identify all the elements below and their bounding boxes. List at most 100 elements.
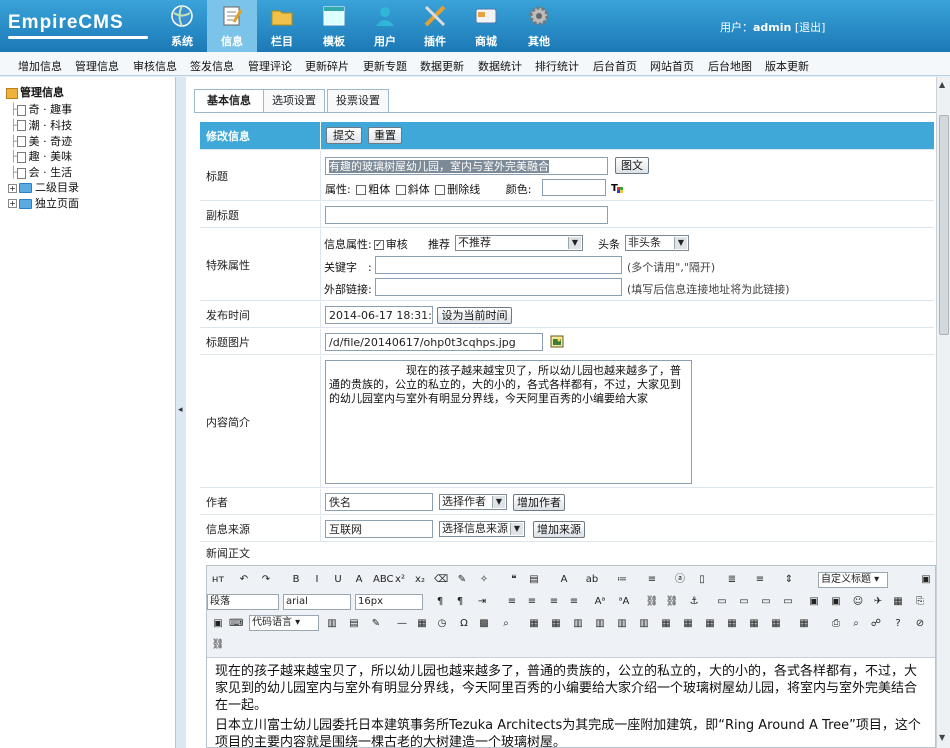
page-icon[interactable]: ▯ <box>695 573 709 587</box>
font-border-icon[interactable]: A <box>352 573 366 587</box>
insert-row-icon[interactable]: ▥ <box>571 617 585 631</box>
capitalize-icon[interactable]: ⓐ <box>673 573 687 587</box>
menu-item-11[interactable]: 网站首页 <box>650 58 694 74</box>
color-input[interactable] <box>542 179 606 196</box>
template-icon[interactable]: ▥ <box>325 617 339 631</box>
background-icon[interactable]: ▤ <box>347 617 361 631</box>
tab-vote-settings[interactable]: 投票设置 <box>327 89 389 113</box>
scroll-down-icon[interactable]: ▼ <box>939 733 945 742</box>
add-source-button[interactable]: 增加来源 <box>533 521 585 538</box>
paragraph-select[interactable]: 段落 <box>207 594 279 610</box>
editor-content[interactable]: 现在的孩子越来越宝贝了，所以幼儿园也越来越多了，普通的贵族的，公立的私立的，大的… <box>207 659 935 747</box>
time-icon[interactable]: ◷ <box>435 617 449 631</box>
superscript-icon[interactable]: x² <box>393 573 407 587</box>
image-icon[interactable]: ▣ <box>807 595 821 609</box>
menu-item-8[interactable]: 数据统计 <box>478 58 522 74</box>
topnav-3[interactable]: 模板 <box>309 0 359 52</box>
vertical-scrollbar[interactable]: ▲ ▼ <box>936 77 950 748</box>
split-cols-icon[interactable]: ▦ <box>769 617 783 631</box>
topnav-5[interactable]: 插件 <box>410 0 460 52</box>
unlink-icon[interactable]: ⛓ <box>665 595 679 609</box>
html-icon[interactable]: ʜᴛ <box>211 573 225 587</box>
multi-image-icon[interactable]: ▣ <box>829 595 843 609</box>
italic-checkbox[interactable] <box>395 185 406 195</box>
image-browse-icon[interactable] <box>550 335 564 348</box>
review-checkbox[interactable]: ✓ <box>373 240 384 250</box>
zoom-icon[interactable]: ⌕ <box>849 617 863 631</box>
merge-right-icon[interactable]: ▦ <box>681 617 695 631</box>
insert-image-icon[interactable]: ▣ <box>211 617 225 631</box>
reset-button[interactable]: 重置 <box>368 127 402 144</box>
menu-item-5[interactable]: 更新碎片 <box>305 58 349 74</box>
add-author-button[interactable]: 增加作者 <box>513 494 565 511</box>
code-language-select[interactable]: 代码语言 ▾ <box>249 615 319 631</box>
code-icon[interactable]: ⌨ <box>229 617 243 631</box>
ordered-list-icon[interactable]: ≔ <box>615 573 629 587</box>
keyword-input[interactable] <box>375 256 622 274</box>
help-icon[interactable]: ? <box>891 617 905 631</box>
topnav-6[interactable]: 商城 <box>461 0 511 52</box>
expand-icon[interactable]: + <box>8 199 17 208</box>
tab-basic-info[interactable]: 基本信息 <box>194 89 264 113</box>
scroll-up-icon[interactable]: ▲ <box>939 80 945 89</box>
menu-item-12[interactable]: 后台地图 <box>708 58 752 74</box>
submit-button[interactable]: 提交 <box>326 127 362 144</box>
delete-col-icon[interactable]: ▥ <box>637 617 651 631</box>
menu-item-13[interactable]: 版本更新 <box>765 58 809 74</box>
tree-item[interactable]: ├ 奇 · 趣事 <box>10 101 72 117</box>
insert-col-icon[interactable]: ▥ <box>615 617 629 631</box>
align-right-icon[interactable]: ≡ <box>547 595 561 609</box>
font-family-select[interactable]: arial <box>283 594 351 610</box>
panel-splitter[interactable]: ◂ <box>176 77 186 748</box>
menu-item-3[interactable]: 签发信息 <box>190 58 234 74</box>
rtl-icon[interactable]: ¶ <box>453 595 467 609</box>
map-icon[interactable]: ✈ <box>871 595 885 609</box>
undo-icon[interactable]: ↶ <box>237 573 251 587</box>
bold-checkbox[interactable] <box>356 185 367 195</box>
font-size-select[interactable]: 16px <box>355 594 423 610</box>
anchor-icon[interactable]: ⚓ <box>687 595 701 609</box>
author-select[interactable]: 选择作者 ▼ <box>439 494 507 510</box>
uppercase-icon[interactable]: Aᵃ <box>593 595 607 609</box>
author-input[interactable]: 佚名 <box>325 493 433 511</box>
chain-icon[interactable]: ⛓ <box>211 638 225 652</box>
headline-select[interactable]: 非头条 ▼ <box>625 235 689 251</box>
summary-textarea[interactable]: 现在的孩子越来越宝贝了，所以幼儿园也越来越多了，普通的贵族的，公立的私立的，大的… <box>325 360 692 484</box>
image-none-icon[interactable]: ▭ <box>715 595 729 609</box>
underline-icon[interactable]: U <box>331 573 345 587</box>
wordimage-icon[interactable]: ▩ <box>477 617 491 631</box>
attachment-icon[interactable]: ⎘ <box>913 595 927 609</box>
ltr-icon[interactable]: ¶ <box>433 595 447 609</box>
source-input[interactable]: 互联网 <box>325 520 433 538</box>
custom-heading-select[interactable]: 自定义标题 ▾ <box>818 572 888 588</box>
para-spacing-icon[interactable]: ≡ <box>753 573 767 587</box>
table-props-icon[interactable]: ▦ <box>797 617 811 631</box>
tree-item[interactable]: ├ 美 · 奇迹 <box>10 133 72 149</box>
strikethrough-icon[interactable]: ABC <box>373 573 394 587</box>
emoticon-icon[interactable]: ☺ <box>851 595 865 609</box>
publish-time-input[interactable]: 2014-06-17 18:31:04 <box>325 306 433 324</box>
search-replace-icon[interactable]: ⌕ <box>499 617 513 631</box>
title-picture-input[interactable]: /d/file/20140617/ohp0t3cqhps.jpg <box>325 333 543 351</box>
paste-text-icon[interactable]: ▤ <box>527 573 541 587</box>
recommend-select[interactable]: 不推荐 ▼ <box>455 235 583 251</box>
font-color-icon[interactable]: A <box>557 573 571 587</box>
align-center-icon[interactable]: ≡ <box>525 595 539 609</box>
title-input[interactable]: 有趣的玻璃树屋幼儿园，室内与室外完美融合 <box>325 157 608 175</box>
hr-icon[interactable]: — <box>395 617 409 631</box>
set-current-time-button[interactable]: 设为当前时间 <box>437 307 512 324</box>
link-icon[interactable]: ⛓ <box>645 595 659 609</box>
delete-row-icon[interactable]: ▥ <box>593 617 607 631</box>
tree-folder[interactable]: + 独立页面 <box>8 195 79 211</box>
expand-icon[interactable]: + <box>8 183 17 193</box>
subscript-icon[interactable]: x₂ <box>413 573 427 587</box>
tree-item[interactable]: ├ 会 · 生活 <box>10 164 72 180</box>
indent-icon[interactable]: ⇥ <box>475 595 489 609</box>
delete-table-icon[interactable]: ▦ <box>549 617 563 631</box>
tree-root[interactable]: 管理信息 <box>6 84 64 100</box>
quote-icon[interactable]: ❝ <box>507 573 521 587</box>
format-brush-icon[interactable]: ✎ <box>455 573 469 587</box>
preview-icon[interactable]: ▣ <box>919 573 933 587</box>
menu-item-7[interactable]: 数据更新 <box>420 58 464 74</box>
merge-down-icon[interactable]: ▦ <box>703 617 717 631</box>
